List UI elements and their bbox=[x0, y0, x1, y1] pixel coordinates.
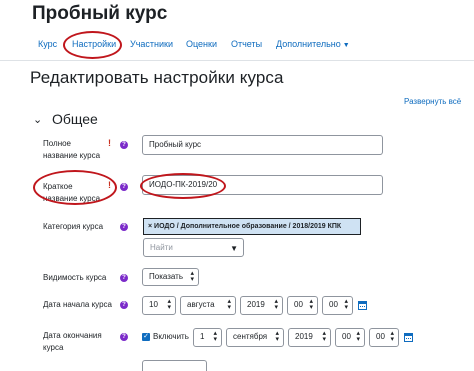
exclamation-icon: ! bbox=[108, 180, 111, 190]
end-year-select[interactable]: 2019 ▴ ▾ bbox=[288, 328, 331, 347]
tab-grades[interactable]: Оценки bbox=[186, 39, 217, 49]
section-title-general[interactable]: Общее bbox=[52, 111, 98, 127]
start-minute-select[interactable]: 00 ▴ ▾ bbox=[322, 296, 353, 315]
start-hour-select[interactable]: 00 ▴ ▾ bbox=[287, 296, 318, 315]
expand-all-link[interactable]: Развернуть всё bbox=[404, 97, 461, 106]
category-search-placeholder: Найти bbox=[150, 243, 173, 252]
start-month-select[interactable]: августа ▴ ▾ bbox=[180, 296, 236, 315]
visibility-select[interactable]: Показать ▴ ▾ bbox=[142, 268, 199, 286]
end-minute-select[interactable]: 00 ▴ ▾ bbox=[369, 328, 399, 347]
caret-down-icon: ▼ bbox=[230, 244, 238, 253]
end-date-label: Дата окончания курса bbox=[43, 330, 102, 354]
question-icon[interactable]: ? bbox=[120, 301, 128, 309]
category-label: Категория курса bbox=[43, 222, 104, 231]
end-month-select[interactable]: сентября ▴ ▾ bbox=[226, 328, 284, 347]
fullname-input[interactable]: Пробный курс bbox=[142, 135, 383, 155]
question-icon[interactable]: ? bbox=[120, 333, 128, 341]
end-hour-value: 00 bbox=[342, 332, 351, 341]
question-icon[interactable]: ? bbox=[120, 183, 128, 191]
updown-arrows-icon: ▴ ▾ bbox=[190, 270, 194, 283]
annotation-ellipse-shortname-value bbox=[140, 173, 226, 199]
fullname-label: Полное название курса bbox=[43, 138, 100, 162]
updown-arrows-icon: ▴ ▾ bbox=[390, 330, 394, 343]
fullname-label-line1: Полное bbox=[43, 139, 72, 148]
start-minute-value: 00 bbox=[329, 300, 338, 309]
annotation-ellipse-shortname bbox=[33, 170, 117, 205]
tab-more[interactable]: Дополнительно ▼ bbox=[276, 39, 350, 49]
course-title: Пробный курс bbox=[32, 3, 168, 24]
end-date-enable-label: Включить bbox=[153, 332, 189, 341]
tab-reports[interactable]: Отчеты bbox=[231, 39, 262, 49]
updown-arrows-icon: ▴ ▾ bbox=[274, 298, 278, 311]
start-hour-value: 00 bbox=[294, 300, 303, 309]
exclamation-icon: ! bbox=[108, 138, 111, 148]
start-day-value: 10 bbox=[149, 300, 158, 309]
annotation-ellipse-settings-tab bbox=[63, 31, 122, 59]
page-heading: Редактировать настройки курса bbox=[30, 68, 284, 87]
visibility-label: Видимость курса bbox=[43, 273, 107, 282]
end-hour-select[interactable]: 00 ▴ ▾ bbox=[335, 328, 365, 347]
end-year-value: 2019 bbox=[295, 332, 313, 341]
updown-arrows-icon: ▴ ▾ bbox=[227, 298, 231, 311]
fullname-label-line2: название курса bbox=[43, 151, 101, 160]
end-month-value: сентября bbox=[233, 332, 268, 341]
tabs-divider bbox=[0, 60, 474, 61]
end-day-value: 1 bbox=[200, 332, 205, 341]
end-minute-value: 00 bbox=[376, 332, 385, 341]
updown-arrows-icon: ▴ ▾ bbox=[309, 298, 313, 311]
updown-arrows-icon: ▴ ▾ bbox=[356, 330, 360, 343]
visibility-value: Показать bbox=[149, 272, 184, 281]
end-date-label-line2: курса bbox=[43, 343, 64, 352]
start-year-select[interactable]: 2019 ▴ ▾ bbox=[240, 296, 283, 315]
category-search[interactable]: Найти ▼ bbox=[143, 238, 244, 257]
chevron-down-icon[interactable]: ⌄ bbox=[33, 113, 42, 126]
calendar-icon[interactable] bbox=[404, 333, 413, 342]
tab-course[interactable]: Курс bbox=[38, 39, 57, 49]
category-selected-tag[interactable]: × ИОДО / Дополнительное образование / 20… bbox=[143, 218, 361, 235]
updown-arrows-icon: ▴ ▾ bbox=[322, 330, 326, 343]
tab-participants[interactable]: Участники bbox=[130, 39, 173, 49]
start-month-value: августа bbox=[187, 300, 215, 309]
end-day-select[interactable]: 1 ▴ ▾ bbox=[193, 328, 222, 347]
start-date-label: Дата начала курса bbox=[43, 300, 112, 309]
chevron-down-icon: ▼ bbox=[342, 42, 350, 49]
updown-arrows-icon: ▴ ▾ bbox=[213, 330, 217, 343]
calendar-icon[interactable] bbox=[358, 301, 367, 310]
updown-arrows-icon: ▴ ▾ bbox=[275, 330, 279, 343]
updown-arrows-icon: ▴ ▾ bbox=[344, 298, 348, 311]
end-date-enable-checkbox[interactable]: ✓ bbox=[142, 333, 150, 341]
updown-arrows-icon: ▴ ▾ bbox=[167, 298, 171, 311]
tab-more-label: Дополнительно bbox=[276, 39, 341, 49]
start-day-select[interactable]: 10 ▴ ▾ bbox=[142, 296, 176, 315]
end-date-label-line1: Дата окончания bbox=[43, 331, 102, 340]
question-icon[interactable]: ? bbox=[120, 274, 128, 282]
question-icon[interactable]: ? bbox=[120, 223, 128, 231]
start-year-value: 2019 bbox=[247, 300, 265, 309]
question-icon[interactable]: ? bbox=[120, 141, 128, 149]
